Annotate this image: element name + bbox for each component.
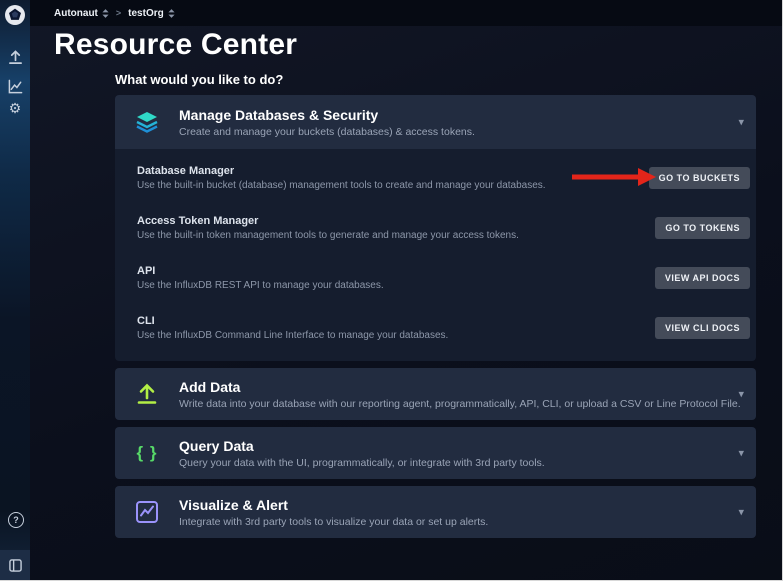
sidebar-icon-group: ⚙: [0, 50, 30, 108]
row-description: Use the InfluxDB REST API to manage your…: [137, 280, 384, 291]
card-title: Visualize & Alert: [179, 497, 488, 513]
card-add-data[interactable]: Add Data Write data into your database w…: [115, 368, 756, 420]
card-description: Write data into your database with our r…: [179, 398, 741, 410]
upload-nav-icon[interactable]: [8, 50, 23, 65]
breadcrumb-separator: >: [116, 8, 121, 18]
row-description: Use the built-in bucket (database) manag…: [137, 180, 546, 191]
card-description: Query your data with the UI, programmati…: [179, 457, 545, 469]
page-subtitle: What would you like to do?: [115, 72, 283, 87]
influxdb-resource-center-screen: ⚙ ? Autonaut > testOrg Resource Center W…: [0, 0, 783, 581]
chart-icon: [115, 500, 179, 524]
view-cli-docs-button[interactable]: VIEW CLI DOCS: [655, 317, 750, 339]
braces-icon: { }: [115, 443, 179, 463]
row-description: Use the InfluxDB Command Line Interface …: [137, 330, 448, 341]
card-title: Query Data: [179, 438, 545, 454]
breadcrumb-org-label: Autonaut: [54, 8, 98, 19]
manage-databases-card-header[interactable]: Manage Databases & Security Create and m…: [115, 95, 756, 149]
card-title: Manage Databases & Security: [179, 107, 475, 123]
manage-databases-card-body: Database Manager Use the built-in bucket…: [115, 149, 756, 361]
sidebar-toggle-icon: [9, 559, 22, 572]
breadcrumb-project-dropdown[interactable]: testOrg: [128, 8, 175, 19]
sort-caret-icon: [168, 9, 175, 18]
row-database-manager: Database Manager Use the built-in bucket…: [115, 153, 756, 203]
breadcrumb-project-label: testOrg: [128, 8, 164, 19]
go-to-tokens-button[interactable]: GO TO TOKENS: [655, 217, 750, 239]
card-visualize-alert[interactable]: Visualize & Alert Integrate with 3rd par…: [115, 486, 756, 538]
breadcrumb: Autonaut > testOrg: [30, 0, 782, 26]
resource-center-content: Manage Databases & Security Create and m…: [115, 95, 756, 538]
row-title: Access Token Manager: [137, 215, 519, 227]
data-explorer-graph-icon[interactable]: [8, 79, 23, 94]
view-api-docs-button[interactable]: VIEW API DOCS: [655, 267, 750, 289]
left-nav-sidebar: ⚙ ?: [0, 0, 30, 580]
breadcrumb-org-dropdown[interactable]: Autonaut: [54, 8, 109, 19]
row-cli: CLI Use the InfluxDB Command Line Interf…: [115, 303, 756, 353]
card-title: Add Data: [179, 379, 741, 395]
go-to-buckets-button[interactable]: GO TO BUCKETS: [649, 167, 750, 189]
card-manage-databases: Manage Databases & Security Create and m…: [115, 95, 756, 361]
card-query-data[interactable]: { } Query Data Query your data with the …: [115, 427, 756, 479]
chevron-down-icon[interactable]: ▾: [738, 506, 744, 519]
page-title: Resource Center: [54, 28, 297, 62]
sort-caret-icon: [102, 9, 109, 18]
manage-databases-header-text: Manage Databases & Security Create and m…: [179, 107, 475, 138]
upload-icon: [115, 382, 179, 406]
chevron-down-icon[interactable]: ▾: [738, 447, 744, 460]
chevron-down-icon[interactable]: ▾: [738, 116, 744, 129]
row-access-token-manager: Access Token Manager Use the built-in to…: [115, 203, 756, 253]
sidebar-toggle-well[interactable]: [0, 550, 30, 580]
row-title: CLI: [137, 315, 448, 327]
row-title: Database Manager: [137, 165, 546, 177]
help-icon[interactable]: ?: [8, 512, 24, 528]
row-api: API Use the InfluxDB REST API to manage …: [115, 253, 756, 303]
row-title: API: [137, 265, 384, 277]
influxdb-logo-icon[interactable]: [5, 5, 25, 25]
card-description: Integrate with 3rd party tools to visual…: [179, 516, 488, 528]
annotation-arrow-icon: [572, 168, 656, 186]
buckets-layers-icon: [115, 110, 179, 134]
card-description: Create and manage your buckets (database…: [179, 126, 475, 138]
row-description: Use the built-in token management tools …: [137, 230, 519, 241]
chevron-down-icon[interactable]: ▾: [738, 388, 744, 401]
